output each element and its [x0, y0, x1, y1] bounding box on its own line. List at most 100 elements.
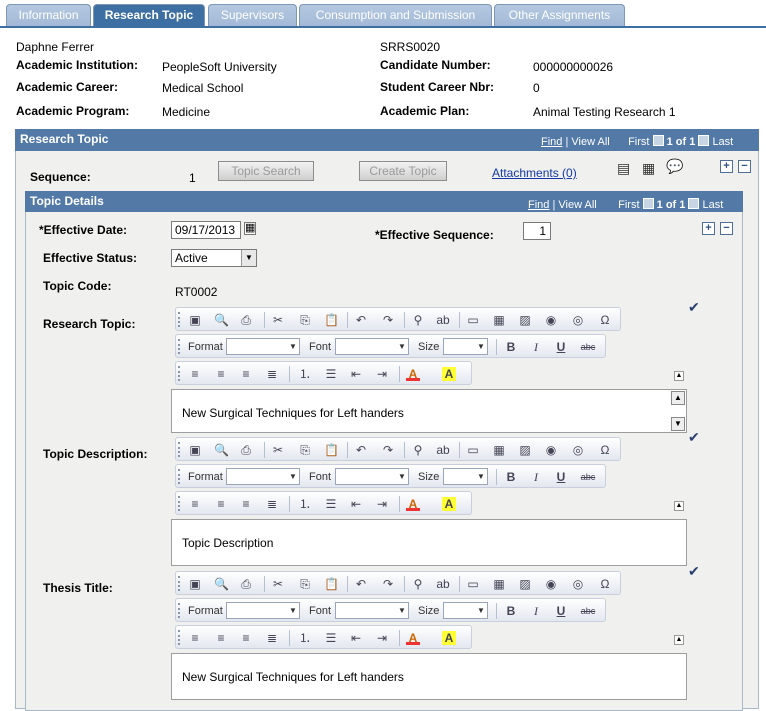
tab-research-topic[interactable]: Research Topic	[93, 4, 205, 27]
research-topic-link-icon[interactable]: ◉	[544, 313, 558, 327]
thesis-title-bullet-list-icon[interactable]: ☰	[324, 631, 338, 645]
research-topic-paste-icon[interactable]: 📋	[324, 313, 339, 327]
thesis-title-cut-icon[interactable]: ✂	[271, 577, 285, 591]
topic-description-align-right-icon[interactable]: ≡	[239, 497, 253, 511]
thesis-title-paste-icon[interactable]: 📋	[324, 577, 339, 591]
topic-description-find-icon[interactable]: ⚲	[411, 443, 425, 457]
thesis-title-source-icon[interactable]: ▣	[188, 577, 202, 591]
thesis-title-image-icon[interactable]: ▨	[518, 577, 532, 591]
research-topic-preview-icon[interactable]: 🔍	[214, 313, 229, 327]
topic-description-preview-icon[interactable]: 🔍	[214, 443, 229, 457]
thesis-title-text-area[interactable]: New Surgical Techniques for Left handers	[171, 653, 687, 700]
attachments-link[interactable]: Attachments (0)	[492, 166, 577, 180]
thesis-title-spellcheck-icon[interactable]: ✔	[688, 563, 700, 580]
add-row-button[interactable]: +	[720, 160, 733, 173]
research-topic-text-area[interactable]: New Surgical Techniques for Left handers…	[171, 389, 687, 433]
research-topic-text-color-icon[interactable]: A	[406, 367, 420, 381]
thesis-title-table-icon[interactable]: ▦	[492, 577, 506, 591]
effective-sequence-input[interactable]: 1	[523, 222, 551, 240]
thesis-title-special-char-icon[interactable]: Ω	[598, 577, 612, 591]
thesis-title-undo-icon[interactable]: ↶	[354, 577, 368, 591]
thesis-title-unlink-icon[interactable]: ◎	[571, 577, 585, 591]
thesis-title-strike-icon[interactable]: abc	[578, 604, 598, 618]
topic-description-image-icon[interactable]: ▨	[518, 443, 532, 457]
thesis-title-font-select[interactable]: ▼	[335, 602, 409, 619]
research-topic-strike-icon[interactable]: abc	[578, 340, 598, 354]
calendar-icon[interactable]: ▦	[244, 222, 256, 235]
scroll-up-icon[interactable]: ▲	[671, 391, 685, 405]
research-topic-numbered-list-icon[interactable]: ⒈	[298, 367, 312, 381]
thesis-title-print-icon[interactable]: ⎙	[239, 577, 253, 591]
topic-description-print-icon[interactable]: ⎙	[239, 443, 253, 457]
topic-description-cut-icon[interactable]: ✂	[271, 443, 285, 457]
tab-supervisors[interactable]: Supervisors	[208, 4, 297, 26]
thesis-title-link-icon[interactable]: ◉	[544, 577, 558, 591]
topic-description-justify-icon[interactable]: ≣	[265, 497, 279, 511]
research-topic-justify-icon[interactable]: ≣	[265, 367, 279, 381]
research-topic-image-icon[interactable]: ▨	[518, 313, 532, 327]
topic-search-button[interactable]: Topic Search	[218, 161, 314, 181]
scroll-down-icon[interactable]: ▼	[671, 417, 685, 431]
thesis-title-replace-icon[interactable]: ab	[436, 577, 450, 591]
topic-description-format-select[interactable]: ▼	[226, 468, 300, 485]
thesis-title-align-right-icon[interactable]: ≡	[239, 631, 253, 645]
research-topic-indent-icon[interactable]: ⇥	[375, 367, 389, 381]
tab-other-assignments[interactable]: Other Assignments	[494, 4, 625, 26]
effective-status-select[interactable]: Active ▼	[171, 249, 257, 267]
thesis-title-format-select[interactable]: ▼	[226, 602, 300, 619]
research-topic-spellcheck-icon[interactable]: ✔	[688, 299, 700, 316]
research-topic-align-right-icon[interactable]: ≡	[239, 367, 253, 381]
thesis-title-copy-icon[interactable]: ⎘	[298, 577, 312, 591]
research-topic-size-select[interactable]: ▼	[443, 338, 488, 355]
topic-description-link-icon[interactable]: ◉	[544, 443, 558, 457]
thesis-title-italic-icon[interactable]: I	[529, 604, 543, 618]
topic-description-strike-icon[interactable]: abc	[578, 470, 598, 484]
thesis-title-align-left-icon[interactable]: ≡	[188, 631, 202, 645]
effective-date-input[interactable]: 09/17/2013	[171, 221, 241, 239]
research-topic-table-icon[interactable]: ▦	[492, 313, 506, 327]
research-topic-resize-icon[interactable]: ▲	[674, 371, 684, 381]
topic-description-align-center-icon[interactable]: ≡	[214, 497, 228, 511]
details-add-row-button[interactable]: +	[702, 222, 715, 235]
tab-consumption-submission[interactable]: Consumption and Submission	[299, 4, 492, 26]
research-topic-outdent-icon[interactable]: ⇤	[349, 367, 363, 381]
research-topic-source-icon[interactable]: ▣	[188, 313, 202, 327]
topic-description-bold-icon[interactable]: B	[504, 470, 518, 484]
research-find-link[interactable]: Find	[541, 136, 562, 148]
thesis-title-underline-icon[interactable]: U	[554, 604, 568, 618]
thesis-title-numbered-list-icon[interactable]: ⒈	[298, 631, 312, 645]
research-view-all[interactable]: View All	[571, 136, 609, 148]
topic-description-text-area[interactable]: Topic Description	[171, 519, 687, 566]
details-view-all[interactable]: View All	[558, 199, 596, 211]
topic-description-hr-icon[interactable]: ▭	[466, 443, 480, 457]
research-topic-underline-icon[interactable]: U	[554, 340, 568, 354]
research-topic-hr-icon[interactable]: ▭	[466, 313, 480, 327]
notepad-icon[interactable]: ▦	[642, 160, 655, 177]
next-arrow-icon[interactable]	[698, 135, 710, 146]
thesis-title-bg-color-icon[interactable]: A	[442, 631, 456, 645]
thesis-title-indent-icon[interactable]: ⇥	[375, 631, 389, 645]
research-topic-bg-color-icon[interactable]: A	[442, 367, 456, 381]
research-topic-cut-icon[interactable]: ✂	[271, 313, 285, 327]
thesis-title-justify-icon[interactable]: ≣	[265, 631, 279, 645]
research-topic-copy-icon[interactable]: ⎘	[298, 313, 312, 327]
thesis-title-bold-icon[interactable]: B	[504, 604, 518, 618]
topic-description-bullet-list-icon[interactable]: ☰	[324, 497, 338, 511]
research-topic-bold-icon[interactable]: B	[504, 340, 518, 354]
thesis-title-hr-icon[interactable]: ▭	[466, 577, 480, 591]
topic-description-bg-color-icon[interactable]: A	[442, 497, 456, 511]
topic-description-spellcheck-icon[interactable]: ✔	[688, 429, 700, 446]
details-prev-arrow-icon[interactable]	[642, 198, 654, 209]
topic-description-resize-icon[interactable]: ▲	[674, 501, 684, 511]
delete-row-button[interactable]: −	[738, 160, 751, 173]
details-delete-row-button[interactable]: −	[720, 222, 733, 235]
thesis-title-find-icon[interactable]: ⚲	[411, 577, 425, 591]
thesis-title-resize-icon[interactable]: ▲	[674, 635, 684, 645]
topic-description-replace-icon[interactable]: ab	[436, 443, 450, 457]
topic-description-table-icon[interactable]: ▦	[492, 443, 506, 457]
topic-description-indent-icon[interactable]: ⇥	[375, 497, 389, 511]
topic-description-unlink-icon[interactable]: ◎	[571, 443, 585, 457]
topic-description-text-color-icon[interactable]: A	[406, 497, 420, 511]
research-topic-redo-icon[interactable]: ↷	[381, 313, 395, 327]
thesis-title-text-color-icon[interactable]: A	[406, 631, 420, 645]
